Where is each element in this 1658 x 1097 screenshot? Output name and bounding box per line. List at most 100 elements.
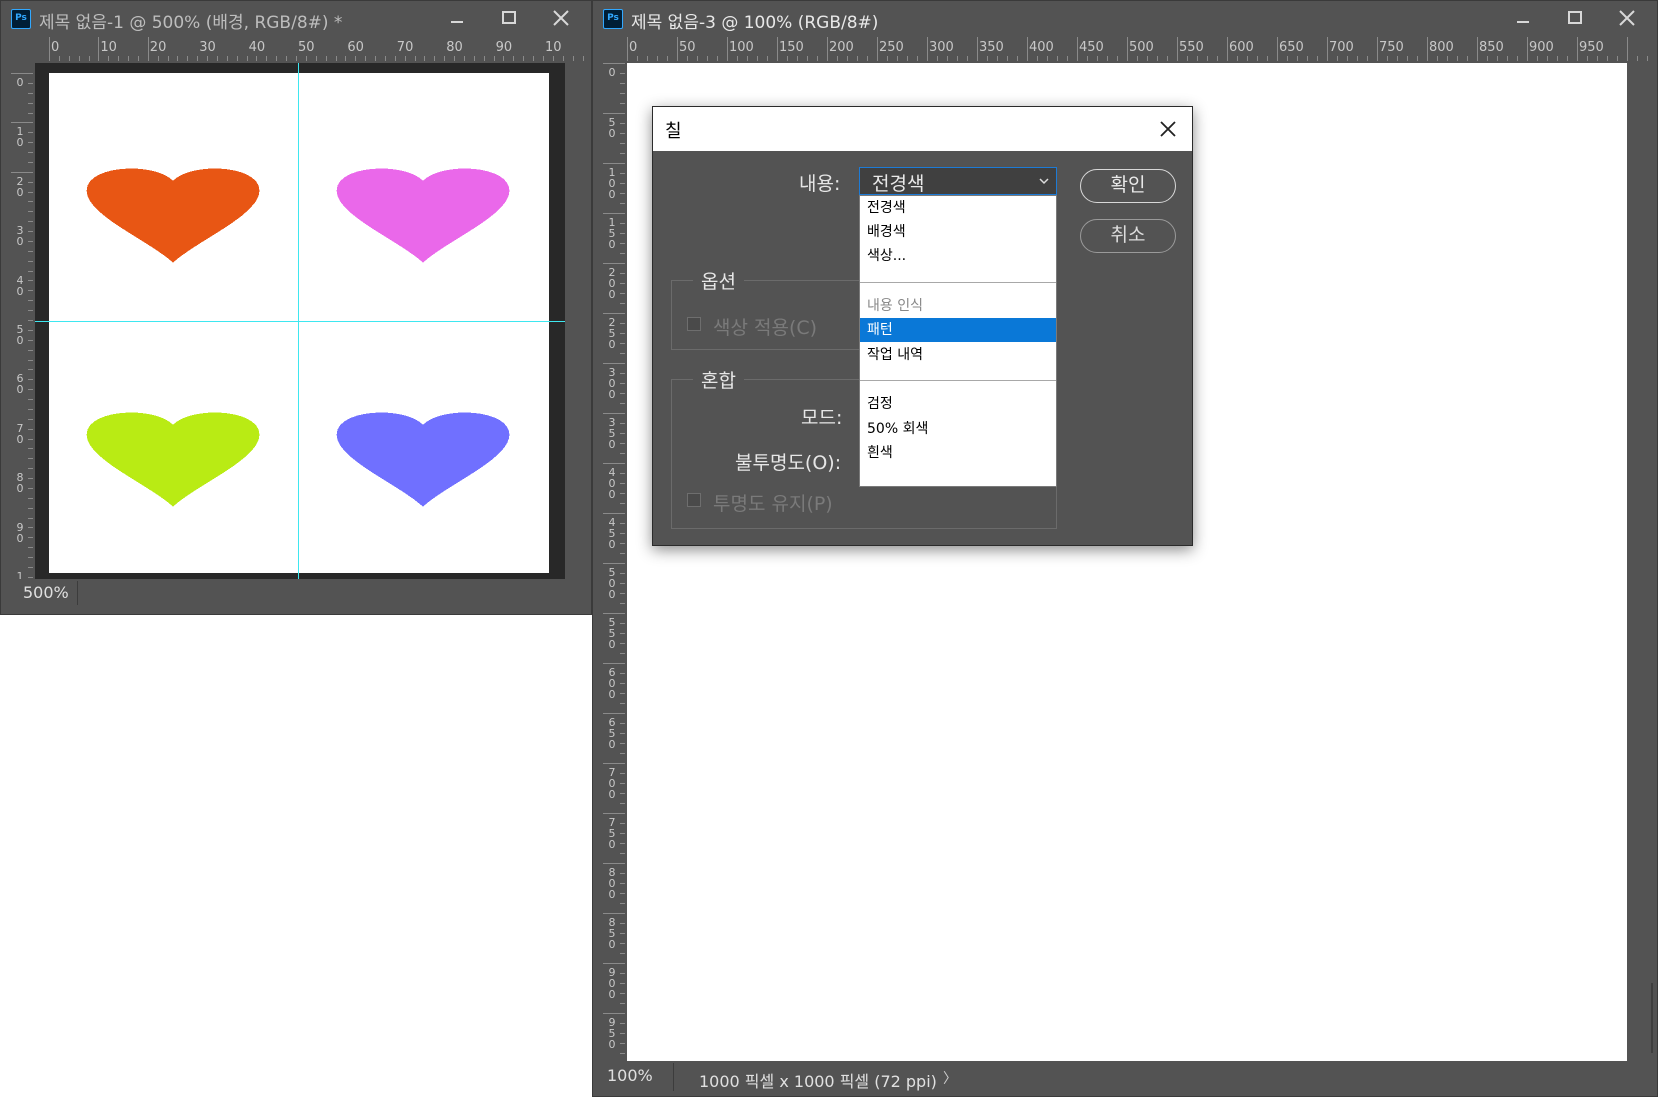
ruler-label: 550 bbox=[608, 616, 616, 651]
ruler-tick bbox=[444, 56, 446, 61]
ruler-tick bbox=[1607, 56, 1608, 61]
ruler-tick bbox=[28, 161, 33, 163]
ok-button[interactable]: 확인 bbox=[1080, 169, 1176, 203]
color-adapt-checkbox[interactable] bbox=[687, 317, 701, 331]
dialog-close-button[interactable] bbox=[1156, 117, 1180, 141]
ruler-label: 150 bbox=[608, 216, 616, 251]
content-dropdown-list: 전경색 배경색 색상... 내용 인식 패턴 작업 내역 검정 50% 회색 흰… bbox=[859, 195, 1057, 487]
close-button[interactable] bbox=[1601, 1, 1653, 35]
ruler-tick bbox=[797, 56, 798, 61]
ruler-tick bbox=[137, 56, 139, 61]
ruler-tick bbox=[620, 443, 625, 444]
ruler-tick bbox=[1237, 56, 1238, 61]
ruler-tick bbox=[58, 56, 60, 61]
ruler-label: 0 bbox=[629, 40, 638, 55]
scrollbar-right[interactable] bbox=[1627, 63, 1657, 1061]
dropdown-item-50-gray[interactable]: 50% 회색 bbox=[860, 417, 1056, 441]
horizontal-guide[interactable] bbox=[35, 321, 565, 322]
ruler-corner bbox=[603, 37, 627, 61]
ruler-tick bbox=[987, 56, 988, 61]
ruler-tick bbox=[767, 56, 768, 61]
ruler-tick bbox=[276, 56, 278, 61]
ruler-tick bbox=[1357, 56, 1358, 61]
dropdown-item-black[interactable]: 검정 bbox=[860, 392, 1056, 416]
ruler-tick bbox=[394, 56, 396, 61]
ruler-tick bbox=[1597, 56, 1598, 61]
scrollbar-thumb[interactable] bbox=[1651, 983, 1653, 1053]
horizontal-ruler[interactable]: 0 50 100 150 200 250 300 350 400 450 500 550 600 650 7… bbox=[627, 37, 1657, 61]
cancel-button[interactable]: 취소 bbox=[1080, 219, 1176, 253]
ruler-tick bbox=[424, 56, 426, 61]
ruler-tick bbox=[1477, 37, 1478, 61]
ruler-tick bbox=[28, 132, 33, 134]
ruler-tick bbox=[1577, 37, 1578, 61]
dropdown-item-history[interactable]: 작업 내역 bbox=[860, 343, 1056, 367]
ruler-tick bbox=[28, 102, 33, 104]
maximize-button[interactable] bbox=[1549, 1, 1601, 35]
scrollbar-right[interactable] bbox=[565, 63, 587, 579]
ruler-tick bbox=[807, 56, 808, 61]
window-1-titlebar[interactable]: Ps 제목 없음-1 @ 500% (배경, RGB/8#) * bbox=[1, 1, 591, 37]
ruler-tick bbox=[128, 56, 130, 61]
ruler-tick bbox=[620, 523, 625, 524]
ruler-label: 850 bbox=[608, 916, 616, 951]
ruler-tick bbox=[28, 517, 33, 519]
maximize-button[interactable] bbox=[483, 1, 535, 35]
document-canvas[interactable] bbox=[49, 73, 549, 573]
ruler-tick bbox=[620, 803, 625, 804]
ruler-tick bbox=[384, 56, 386, 61]
maximize-icon bbox=[1568, 11, 1582, 24]
ruler-tick bbox=[1467, 56, 1468, 61]
window-2-titlebar[interactable]: Ps 제목 없음-3 @ 100% (RGB/8#) bbox=[593, 1, 1657, 37]
ruler-label: 500 bbox=[608, 566, 616, 601]
ruler-tick bbox=[1127, 37, 1128, 61]
ruler-tick bbox=[28, 389, 33, 391]
ruler-label: 80 bbox=[446, 40, 463, 55]
ruler-tick bbox=[1277, 37, 1278, 61]
dropdown-item-pattern[interactable]: 패턴 bbox=[860, 318, 1056, 342]
preserve-transparency-checkbox[interactable] bbox=[687, 493, 701, 507]
ruler-tick bbox=[837, 56, 838, 61]
ruler-tick bbox=[1397, 56, 1398, 61]
document-info[interactable]: 1000 픽셀 x 1000 픽셀 (72 ppi) bbox=[699, 1068, 937, 1092]
ruler-tick bbox=[1087, 56, 1088, 61]
dialog-title: 칠 bbox=[665, 121, 682, 142]
dropdown-item-color[interactable]: 색상... bbox=[860, 244, 1056, 268]
ruler-tick bbox=[620, 93, 625, 94]
ruler-label: 950 bbox=[1579, 40, 1604, 55]
dialog-titlebar[interactable]: 칠 bbox=[653, 107, 1192, 151]
ruler-tick bbox=[620, 173, 625, 174]
close-button[interactable] bbox=[535, 1, 587, 35]
ruler-tick bbox=[1027, 37, 1028, 61]
ruler-tick bbox=[603, 463, 625, 464]
ruler-label: 250 bbox=[608, 316, 616, 351]
zoom-level[interactable]: 500% bbox=[23, 583, 69, 602]
ruler-tick bbox=[513, 56, 515, 61]
ruler-tick bbox=[620, 653, 625, 654]
ruler-label: 600 bbox=[608, 666, 616, 701]
dropdown-item-background[interactable]: 배경색 bbox=[860, 220, 1056, 244]
ruler-tick bbox=[28, 399, 33, 401]
ruler-tick bbox=[28, 428, 33, 430]
minimize-button[interactable] bbox=[1497, 1, 1549, 35]
vertical-ruler[interactable]: 0 10 20 30 40 50 60 70 80 90 1 bbox=[11, 61, 33, 579]
ruler-tick bbox=[28, 310, 33, 312]
ruler-tick bbox=[256, 56, 258, 61]
horizontal-ruler[interactable]: 0 10 20 30 40 50 60 70 80 90 10 bbox=[35, 37, 587, 61]
ruler-tick bbox=[657, 56, 658, 61]
vertical-ruler[interactable]: 0 50 100 150 200 250 300 350 400 450 500 550 600 650 7… bbox=[603, 61, 625, 1061]
ruler-tick bbox=[620, 573, 625, 574]
ruler-tick bbox=[28, 221, 33, 223]
content-select-value: 전경색 bbox=[872, 173, 925, 195]
status-menu-arrow[interactable]: 〉 bbox=[943, 1068, 957, 1088]
ruler-tick bbox=[620, 493, 625, 494]
content-select[interactable]: 전경색 bbox=[859, 167, 1057, 195]
minimize-button[interactable] bbox=[431, 1, 483, 35]
ruler-tick bbox=[620, 1003, 625, 1004]
ruler-tick bbox=[246, 56, 248, 61]
ruler-tick bbox=[707, 56, 708, 61]
dropdown-item-foreground[interactable]: 전경색 bbox=[860, 196, 1056, 220]
ruler-tick bbox=[620, 293, 625, 294]
dropdown-item-white[interactable]: 흰색 bbox=[860, 441, 1056, 465]
zoom-level[interactable]: 100% bbox=[607, 1066, 653, 1085]
